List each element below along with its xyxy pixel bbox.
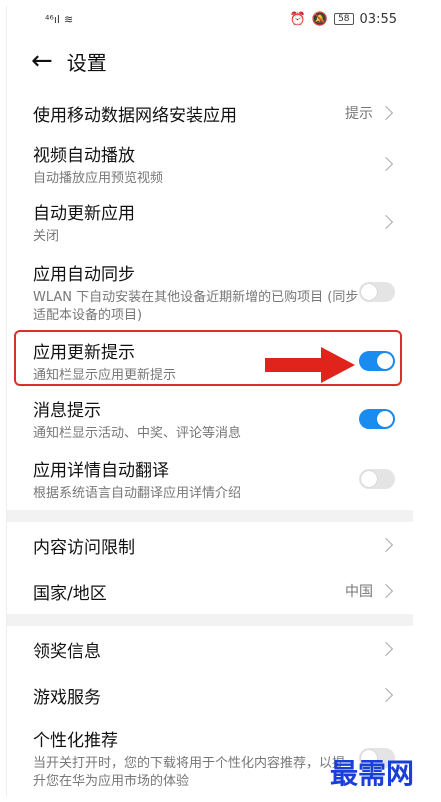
page-title: 设置 — [66, 50, 107, 75]
settings-screen: ⁴⁶ıl ≋ ⏰ 🔕 58 03:55 ← 设置 使用移动数据网络安装应用 提示… — [6, 6, 413, 796]
toggle-knob — [361, 284, 377, 300]
chevron-right-icon — [378, 583, 394, 599]
row-label: 国家/地区 — [33, 583, 107, 604]
row-value: 中国 — [345, 584, 373, 600]
row-game-service[interactable]: 游戏服务 — [7, 672, 413, 718]
signal-icon: ⁴⁶ıl — [45, 12, 60, 26]
row-label: 应用详情自动翻译 — [33, 460, 169, 481]
row-prize-info[interactable]: 领奖信息 — [7, 626, 413, 672]
update-notice-toggle[interactable] — [359, 351, 395, 371]
row-app-auto-sync[interactable]: 应用自动同步 WLAN 下自动安装在其他设备近期新增的已购项目 (同步适配本设备… — [7, 252, 413, 332]
row-country-region[interactable]: 国家/地区 中国 — [7, 568, 413, 614]
row-label: 使用移动数据网络安装应用 — [33, 105, 237, 126]
row-subtitle: 通知栏显示活动、中奖、评论等消息 — [33, 425, 242, 441]
chevron-right-icon — [378, 156, 394, 172]
row-video-autoplay[interactable]: 视频自动播放 自动播放应用预览视频 — [7, 136, 413, 192]
red-arrow-icon — [265, 347, 355, 383]
auto-translate-toggle[interactable] — [359, 469, 395, 489]
toggle-knob — [377, 411, 393, 427]
row-subtitle: 关闭 — [33, 228, 60, 244]
wifi-icon: ≋ — [63, 12, 74, 26]
chevron-right-icon — [378, 105, 394, 121]
toggle-knob — [377, 353, 393, 369]
chevron-right-icon — [378, 687, 394, 703]
row-value: 提示 — [345, 106, 373, 122]
row-message-notice[interactable]: 消息提示 通知栏显示活动、中奖、评论等消息 — [7, 390, 413, 448]
row-label: 应用自动同步 — [33, 264, 135, 285]
alarm-icon: ⏰ — [289, 11, 306, 27]
row-subtitle: 根据系统语言自动翻译应用详情介绍 — [33, 485, 242, 501]
watermark-text: 最需网 — [330, 757, 415, 790]
back-arrow-icon[interactable]: ← — [31, 48, 53, 74]
row-label: 领奖信息 — [33, 641, 101, 662]
row-mobile-data-install[interactable]: 使用移动数据网络安装应用 提示 — [7, 90, 413, 136]
row-auto-translate[interactable]: 应用详情自动翻译 根据系统语言自动翻译应用详情介绍 — [7, 448, 413, 510]
row-label: 视频自动播放 — [33, 145, 135, 166]
row-subtitle: WLAN 下自动安装在其他设备近期新增的已购项目 (同步适配本设备的项目) — [33, 289, 359, 323]
row-label: 应用更新提示 — [33, 342, 135, 363]
chevron-right-icon — [378, 214, 394, 230]
row-subtitle: 通知栏显示应用更新提示 — [33, 367, 177, 383]
toggle-knob — [361, 471, 377, 487]
row-subtitle: 自动播放应用预览视频 — [33, 170, 164, 186]
row-label: 消息提示 — [33, 400, 101, 421]
row-subtitle: 当开关打开时，您的下载将用于个性化内容推荐，以提升您在华为应用市场的体验 — [33, 755, 346, 789]
status-time: 03:55 — [359, 11, 397, 27]
row-auto-update[interactable]: 自动更新应用 关闭 — [7, 192, 413, 252]
section-divider — [7, 510, 413, 522]
row-content-restriction[interactable]: 内容访问限制 — [7, 522, 413, 568]
row-label: 自动更新应用 — [33, 203, 135, 224]
chevron-right-icon — [378, 641, 394, 657]
row-label: 内容访问限制 — [33, 537, 135, 558]
battery-icon: 58 — [334, 13, 354, 25]
mute-icon: 🔕 — [311, 11, 329, 27]
row-label: 游戏服务 — [33, 687, 101, 708]
chevron-right-icon — [378, 537, 394, 553]
page-header: ← 设置 — [7, 32, 413, 90]
auto-sync-toggle[interactable] — [359, 282, 395, 302]
message-notice-toggle[interactable] — [359, 409, 395, 429]
status-bar: ⁴⁶ıl ≋ ⏰ 🔕 58 03:55 — [7, 6, 413, 32]
row-label: 个性化推荐 — [33, 730, 118, 751]
section-divider — [7, 614, 413, 626]
